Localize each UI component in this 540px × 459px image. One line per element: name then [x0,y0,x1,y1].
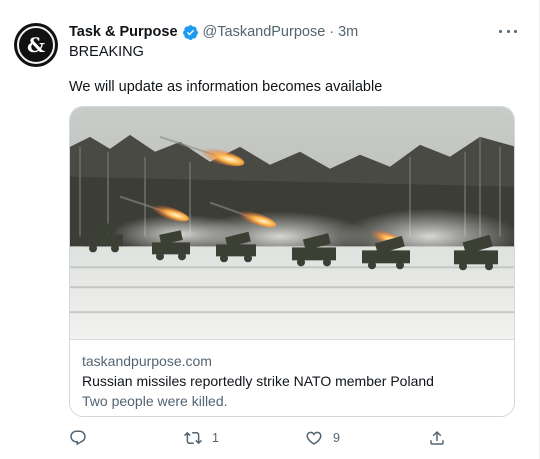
share-button[interactable] [428,428,446,448]
more-dot [499,29,502,33]
tweet[interactable]: & Task & Purpose @TaskandPurpose · 3m BR… [0,0,540,459]
tweet-text-line-2: We will update as information becomes av… [69,79,383,95]
tweet-actions: 1 9 [0,428,540,448]
retweet-button[interactable]: 1 [184,428,219,448]
like-count: 9 [333,431,340,445]
card-domain: taskandpurpose.com [82,353,212,369]
avatar[interactable]: & [14,23,58,67]
card-description: Two people were killed. [82,393,228,409]
card-meta: taskandpurpose.com Russian missiles repo… [82,351,434,411]
more-dot [506,29,510,33]
author-handle[interactable]: @TaskandPurpose [203,24,326,40]
tweet-timestamp[interactable]: 3m [338,24,358,40]
reply-icon [70,430,86,446]
meta-separator: · [329,24,335,40]
tweet-header: Task & Purpose @TaskandPurpose · 3m [69,22,358,42]
like-button[interactable]: 9 [305,428,340,448]
retweet-icon [184,431,202,445]
link-card[interactable]: taskandpurpose.com Russian missiles repo… [69,106,515,417]
retweet-count: 1 [212,431,219,445]
card-image[interactable] [70,107,515,340]
avatar-logo: & [26,33,46,57]
share-icon [430,430,444,445]
card-title: Russian missiles reportedly strike NATO … [82,373,434,389]
author-name[interactable]: Task & Purpose [69,24,178,40]
reply-button[interactable] [69,428,87,448]
tweet-text-line-1: BREAKING [69,44,144,60]
more-options-icon[interactable] [499,26,517,36]
heart-icon [306,431,322,445]
verified-badge-icon [182,24,199,41]
avatar-ring: & [17,26,55,64]
more-dot [514,29,517,33]
